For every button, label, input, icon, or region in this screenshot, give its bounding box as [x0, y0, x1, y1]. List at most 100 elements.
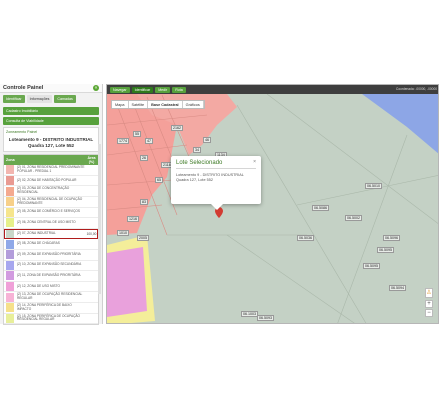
- lot-label: 47: [145, 138, 153, 145]
- zone-row[interactable]: (Z) 02, ZONA DE HABITAÇÃO POPULAR: [4, 176, 98, 187]
- zone-row[interactable]: (Z) 03, ZONA DE CONCENTRAÇÃO RESIDENCIAL: [4, 186, 98, 197]
- accordion-consulta-viabilidade[interactable]: Consulta de Viabilidade: [3, 117, 99, 125]
- identificar-button[interactable]: Identificar: [131, 86, 154, 93]
- coordinate-readout: Coordenada: -00000, -00000: [396, 87, 437, 91]
- lot-label: 26: [140, 155, 148, 162]
- lot-label: 06.5002: [345, 215, 362, 222]
- lot-label: 06.1003: [241, 311, 258, 318]
- zone-label: (Z) 13, ZONA DE OCUPAÇÃO RESIDENCIAL REG…: [17, 292, 83, 301]
- zone-row[interactable]: (Z) 09, ZONA DE EXPANSÃO PRIORITÁRIA: [4, 250, 98, 261]
- zone-color-swatch: [6, 271, 14, 281]
- zone-label: (Z) 05, ZONA DE COMÉRCIO E SERVIÇOS: [17, 209, 80, 214]
- control-panel: Controle Painel « Identificar Informaçõe…: [0, 84, 103, 326]
- zone-row[interactable]: (Z) 13, ZONA DE OCUPAÇÃO RESIDENCIAL REG…: [4, 292, 98, 303]
- accordion-label: Consulta de Viabilidade: [6, 119, 44, 123]
- close-icon[interactable]: ×: [253, 159, 256, 165]
- zone-color-swatch: [6, 186, 14, 196]
- zone-label: (Z) 02, ZONA DE HABITAÇÃO POPULAR: [17, 177, 77, 182]
- area-column-header: Área (%): [87, 156, 96, 165]
- zone-row[interactable]: (Z) 10, ZONA DE EXPANSÃO SECUNDÁRIA: [4, 260, 98, 272]
- map-type-satelite[interactable]: Satélite: [129, 101, 149, 108]
- zone-color-swatch: [6, 197, 14, 207]
- zone-row[interactable]: (Z) 01, ZONA RESIDENCIAL PREDOMINANTE PO…: [4, 165, 98, 176]
- map-type-base-cadastral[interactable]: Base Cadastral: [148, 101, 183, 108]
- medir-button[interactable]: Medir: [155, 86, 171, 93]
- zone-color-swatch: [6, 176, 14, 186]
- map-type-mapa[interactable]: Mapa: [112, 101, 129, 108]
- zone-row[interactable]: (Z) 04, ZONA RESIDENCIAL DE OCUPAÇÃO PRE…: [4, 197, 98, 208]
- accordion-label: Cadastro Imobiliário: [6, 109, 38, 113]
- zone-label: (Z) 08, ZONA DE CHÁCARAS: [17, 241, 60, 246]
- lote-name: Loteamento 9 - DISTRITO INDUSTRIAL Quadr…: [8, 137, 94, 148]
- zone-row[interactable]: (Z) 08, ZONA DE CHÁCARAS: [4, 239, 98, 250]
- zone-color-swatch: [6, 303, 14, 313]
- zone-color-swatch: [6, 207, 14, 217]
- zone-color-swatch: [6, 313, 14, 323]
- zone-color-swatch: [6, 218, 14, 228]
- lot-label: 06.5096: [383, 235, 400, 242]
- zone-row[interactable]: (Z) 07, ZONA INDUSTRIAL 100,00: [4, 228, 98, 240]
- info-window-body: Loteamento 9 - DISTRITO INDUSTRIAL Quadr…: [176, 173, 244, 182]
- map-type-switcher: Mapa Satélite Base Cadastral Gráficos: [111, 100, 205, 109]
- tab-camadas[interactable]: Camadas: [54, 95, 76, 103]
- zone-label: (Z) 14, ZONA PERIFÉRICA DE BAIXO IMPACTO: [17, 302, 72, 311]
- zone-row[interactable]: (Z) 12, ZONA DE USO MISTO: [4, 282, 98, 293]
- zone-label: (Z) 01, ZONA RESIDENCIAL PREDOMINANTE PO…: [17, 165, 85, 173]
- zone-color-swatch: [6, 282, 14, 292]
- lot-label: 06.5093: [257, 315, 274, 322]
- lot-label: 46: [203, 137, 211, 144]
- info-window-tail: [211, 204, 223, 210]
- zone-row[interactable]: (Z) 05, ZONA DE COMÉRCIO E SERVIÇOS: [4, 207, 98, 219]
- zone-color-swatch: [6, 260, 14, 270]
- section-title[interactable]: Zoneamento Painel: [4, 128, 98, 136]
- app-window: Controle Painel « Identificar Informaçõe…: [0, 84, 439, 326]
- panel-scrollbar[interactable]: [98, 144, 101, 294]
- zone-label: (Z) 11, ZONA DE EXPANSÃO PRIORITÁRIA: [17, 273, 81, 278]
- zone-row[interactable]: (Z) 14, ZONA PERIFÉRICA DE BAIXO IMPACTO: [4, 303, 98, 314]
- lot-label: 06.5095: [377, 247, 394, 254]
- panel-title: Controle Painel: [3, 85, 44, 91]
- info-window-title: Lote Selecionado: [176, 160, 256, 169]
- zone-label: (Z) 09, ZONA DE EXPANSÃO PRIORITÁRIA: [17, 251, 81, 256]
- tab-identificar[interactable]: Identificar: [3, 95, 25, 103]
- collapse-panel-button[interactable]: «: [93, 85, 99, 91]
- pegman-icon[interactable]: ♙: [425, 288, 433, 298]
- lot-label: 06.5086: [312, 205, 329, 212]
- zone-row[interactable]: (Z) 11, ZONA DE EXPANSÃO PRIORITÁRIA: [4, 271, 98, 282]
- panel-tabs: Identificar Informações Camadas: [0, 93, 102, 105]
- lot-label: 06.5010: [365, 183, 382, 190]
- zone-label: (Z) 03, ZONA DE CONCENTRAÇÃO RESIDENCIAL: [17, 186, 70, 195]
- zone-table: Zona Área (%) (Z) 01, ZONA RESIDENCIAL P…: [3, 154, 99, 326]
- zone-label: (Z) 04, ZONA RESIDENCIAL DE OCUPAÇÃO PRE…: [17, 196, 83, 205]
- zone-label: (Z) 15, ZONA PERIFÉRICA DE OCUPAÇÃO RESI…: [17, 313, 80, 322]
- lot-label: 83: [140, 199, 148, 206]
- lot-label: 55: [133, 131, 141, 138]
- accordion-cadastro-imobiliario[interactable]: Cadastro Imobiliário: [3, 107, 99, 115]
- ruta-button[interactable]: Ruta: [172, 86, 186, 93]
- zone-color-swatch: [6, 250, 14, 260]
- map-toolbar: Navegar Identificar Medir Ruta Coordenad…: [107, 85, 438, 94]
- zone-label: (Z) 07, ZONA INDUSTRIAL: [17, 230, 56, 235]
- lot-label: 34: [193, 147, 201, 154]
- zone-area: 100,00: [86, 231, 97, 236]
- zone-row[interactable]: (Z) 15, ZONA PERIFÉRICA DE OCUPAÇÃO RESI…: [4, 314, 98, 325]
- lot-label: 65: [155, 177, 163, 184]
- map-view[interactable]: Navegar Identificar Medir Ruta Coordenad…: [106, 84, 439, 324]
- lot-label: 06.5094: [389, 285, 406, 292]
- map-type-graficos[interactable]: Gráficos: [183, 101, 204, 108]
- tab-informacoes[interactable]: Informações: [26, 95, 53, 103]
- zone-row[interactable]: (Z) 06, ZONA CENTRAL DE USO MISTO: [4, 218, 98, 229]
- panel-header: Controle Painel «: [0, 84, 102, 93]
- lot-label: 06.5095: [363, 263, 380, 270]
- zoom-out-button[interactable]: −: [425, 309, 433, 317]
- zone-color-swatch: [6, 239, 14, 249]
- zone-color-swatch: [6, 292, 14, 302]
- navegar-button[interactable]: Navegar: [110, 86, 130, 93]
- lot-label: 1010: [117, 230, 129, 237]
- zoom-in-button[interactable]: +: [425, 300, 433, 308]
- zone-label: (Z) 06, ZONA CENTRAL DE USO MISTO: [17, 220, 76, 225]
- zone-column-header: Zona: [6, 158, 15, 163]
- lot-label: 2005: [137, 235, 149, 242]
- lot-label: 1216: [127, 216, 139, 223]
- zone-color-swatch: [6, 165, 14, 175]
